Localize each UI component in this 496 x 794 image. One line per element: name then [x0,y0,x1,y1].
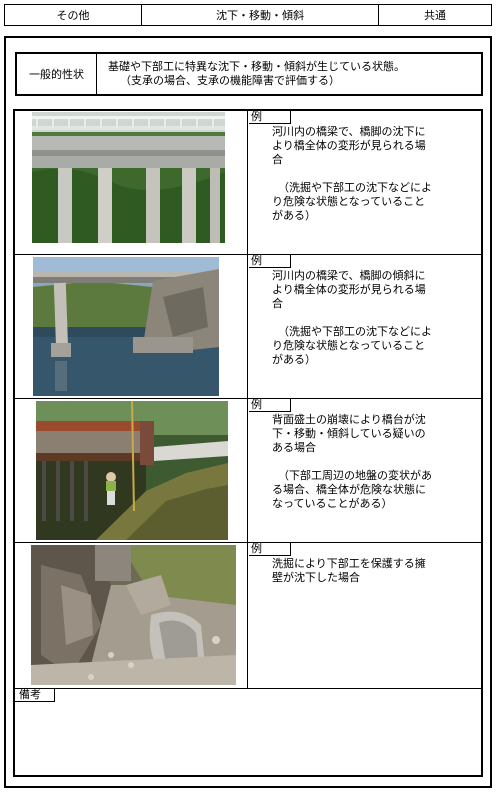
row-divider [14,398,482,399]
example-tag: 例 [249,399,291,412]
remarks-label: 備考 [15,689,55,702]
photo-retaining-wall-settlement [31,545,236,685]
header-title-cell: 沈下・移動・傾斜 [141,4,379,26]
general-line-1: 基礎や下部工に特異な沈下・移動・傾斜が生じている状態。 [108,60,405,73]
example-description: 背面盛土の崩壊により橋台が沈 下・移動・傾斜している疑いの ある場合 （下部工周… [272,413,432,510]
general-line-2: （支承の場合、支承の機能障害で評価する） [120,74,340,87]
header-category-cell: その他 [4,4,142,26]
header-scope-cell: 共通 [378,4,492,26]
general-label-cell: 一般的性状 [17,54,97,94]
header-title: 沈下・移動・傾斜 [216,9,304,22]
general-description: 基礎や下部工に特異な沈下・移動・傾斜が生じている状態。 （支承の場合、支承の機能… [98,54,481,94]
example-tag: 例 [249,255,291,268]
column-divider [247,110,248,688]
row-divider [14,542,482,543]
header-scope: 共通 [424,9,446,22]
row-divider [14,254,482,255]
example-description: 洗掘により下部工を保護する擁 壁が沈下した場合 [272,557,426,584]
photo-bridge-pier-tilt [33,257,219,396]
header-category: その他 [56,9,90,22]
example-tag: 例 [249,111,291,124]
photo-abutment-embankment-collapse [36,401,228,540]
example-description: 河川内の橋梁で、橋脚の沈下に より橋全体の変形が見られる場 合 （洗掘や下部工の… [272,125,432,222]
example-tag: 例 [249,543,291,556]
row-divider [14,688,482,689]
photo-bridge-pier-settlement [32,112,225,243]
example-description: 河川内の橋梁で、橋脚の傾斜に より橋全体の変形が見られる場 合 （洗掘や下部工の… [272,269,432,366]
general-label: 一般的性状 [29,68,84,81]
